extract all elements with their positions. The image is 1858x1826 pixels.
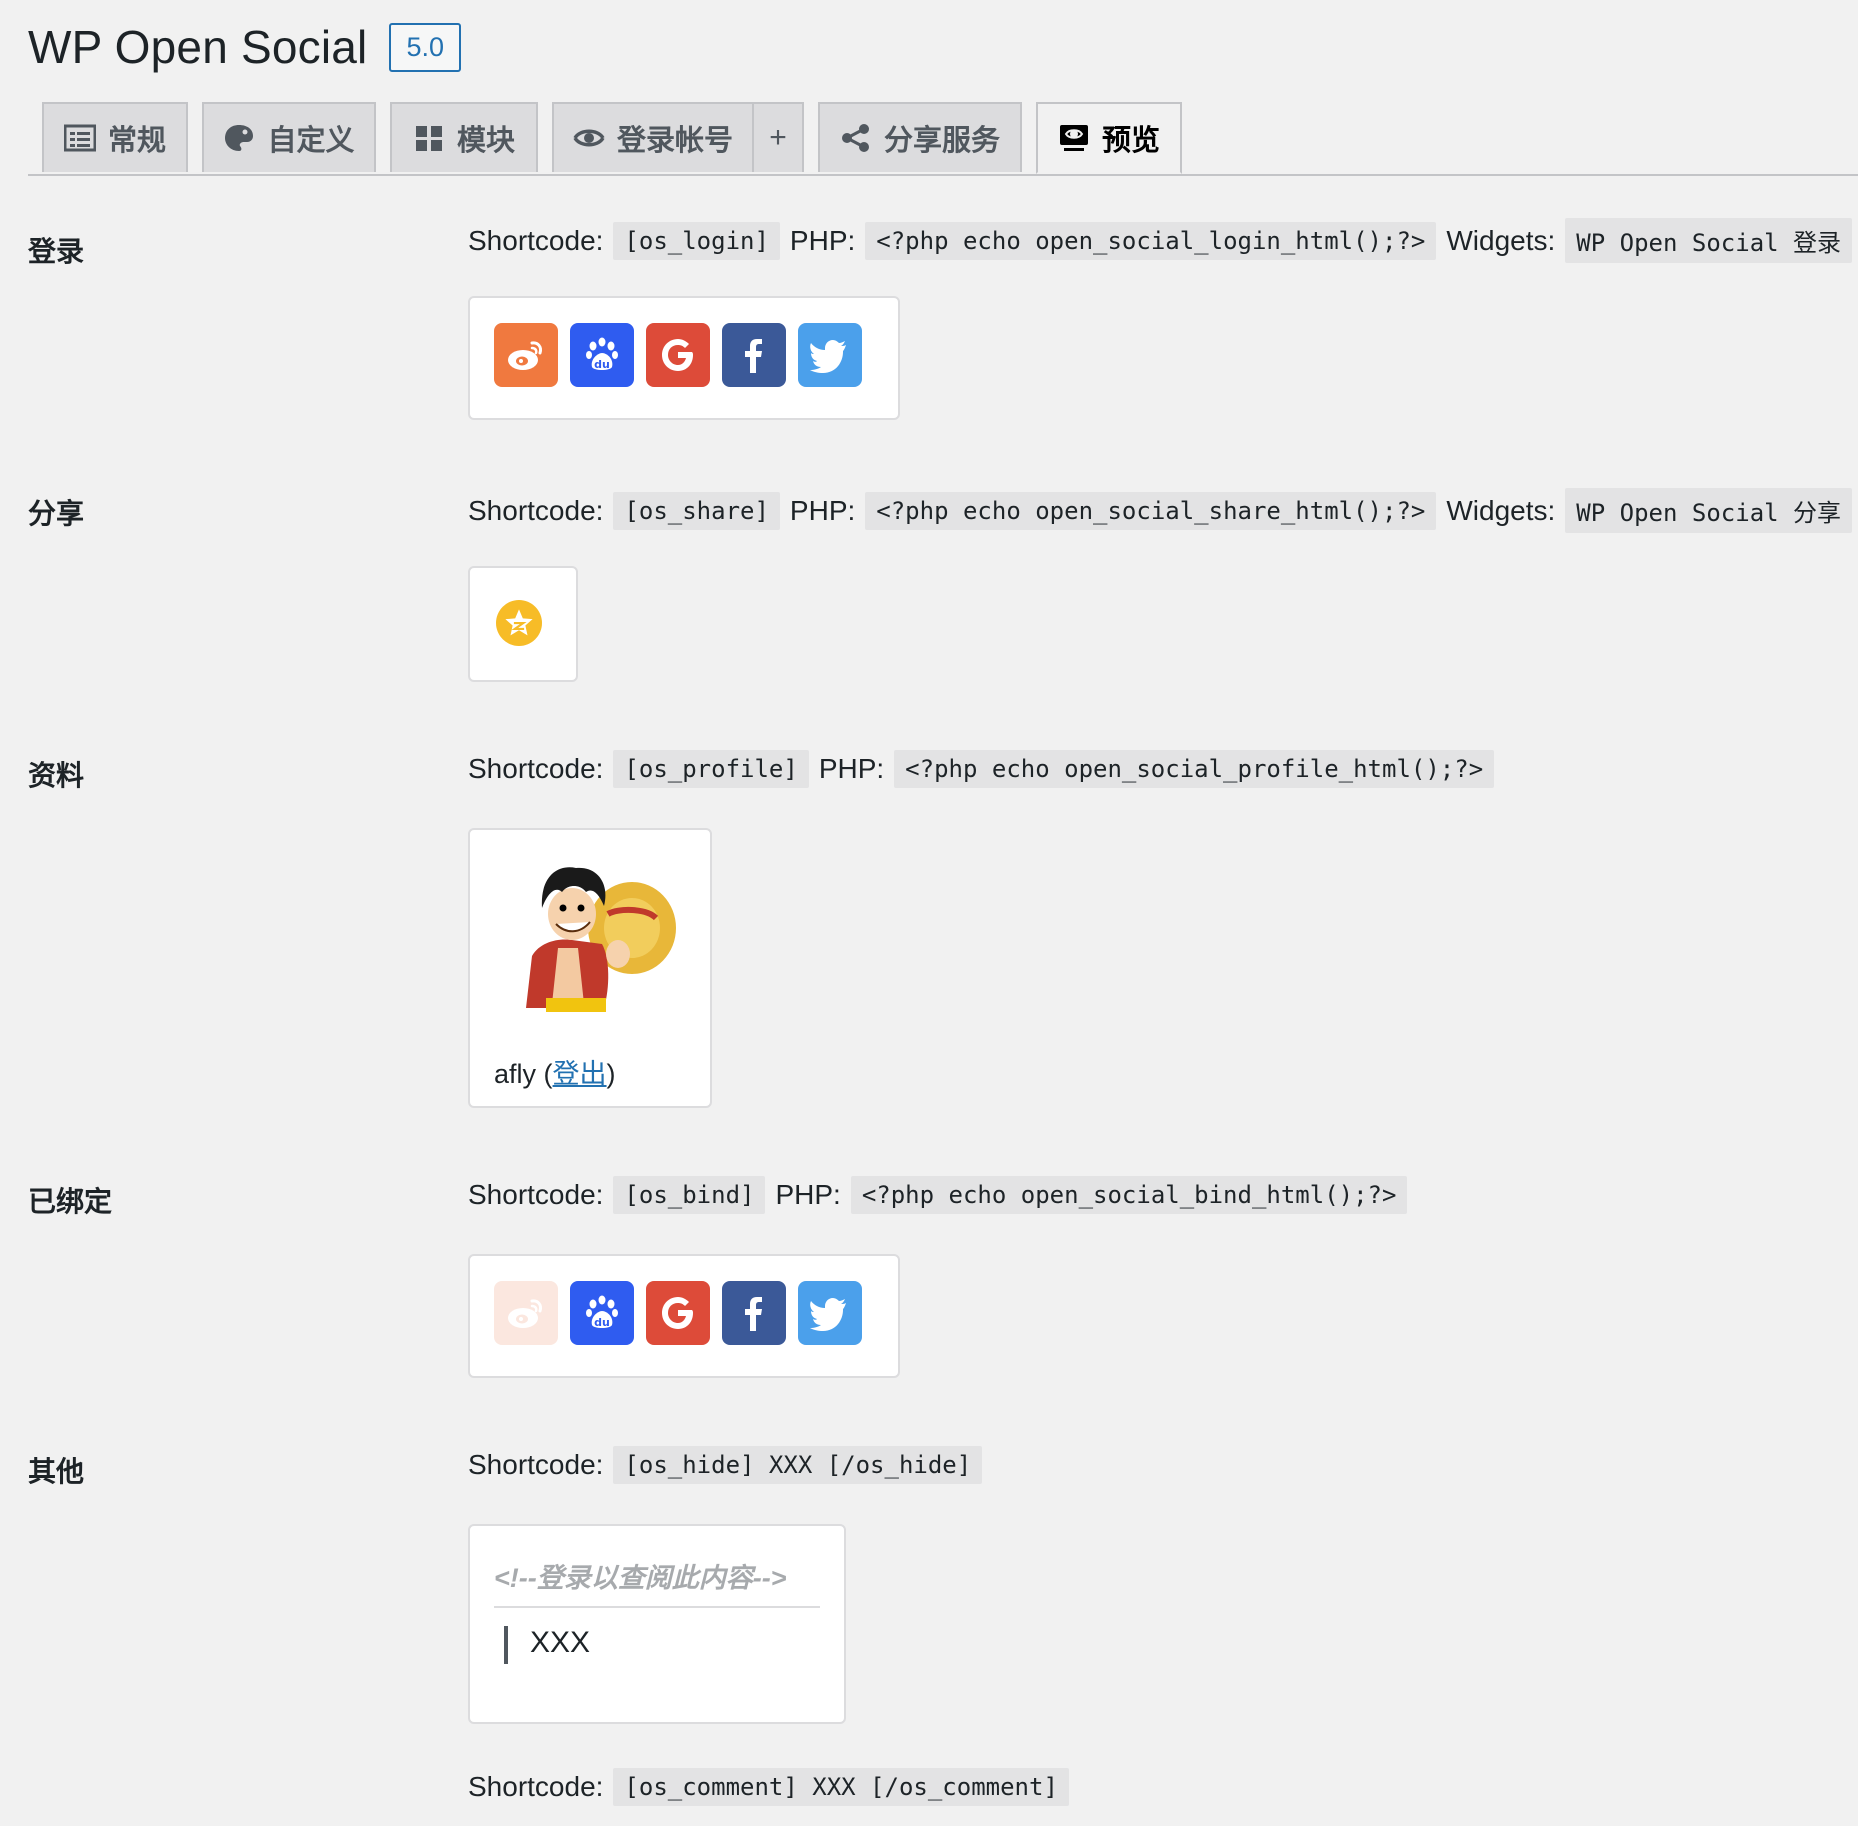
baidu-icon[interactable]: du bbox=[570, 323, 634, 387]
section-label-other: 其他 bbox=[28, 1456, 85, 1487]
hidden-content-text: XXX bbox=[530, 1626, 591, 1659]
tab-label: 登录帐号 bbox=[616, 125, 733, 157]
shortcode-label: Shortcode: bbox=[468, 1449, 604, 1480]
comment-shortcode[interactable]: [os_comment] XXX [/os_comment] bbox=[613, 1768, 1069, 1806]
bind-php[interactable]: <?php echo open_social_bind_html();?> bbox=[850, 1176, 1408, 1214]
screen-icon bbox=[1059, 125, 1088, 151]
palette-icon bbox=[225, 125, 254, 151]
hide-shortcode[interactable]: [os_hide] XXX [/os_hide] bbox=[613, 1446, 983, 1484]
share-shortcode[interactable]: [os_share] bbox=[613, 491, 780, 530]
tab-login-accounts[interactable]: 登录帐号 bbox=[552, 102, 754, 172]
weibo-icon[interactable] bbox=[494, 323, 558, 387]
divider bbox=[494, 1606, 820, 1608]
tab-modules[interactable]: 模块 bbox=[390, 102, 538, 172]
facebook-icon[interactable] bbox=[722, 1281, 786, 1345]
page-header: WP Open Social 5.0 bbox=[28, 20, 461, 74]
profile-preview-box: afly (登出) bbox=[468, 828, 712, 1108]
tab-add[interactable]: + bbox=[752, 102, 804, 172]
tab-bar: 常规 自定义 模块 登录帐号 + 分享服务 预览 bbox=[28, 102, 1858, 176]
tab-share-services[interactable]: 分享服务 bbox=[818, 102, 1022, 172]
settings-page: WP Open Social 5.0 常规 自定义 模块 登录帐号 + 分享服务… bbox=[0, 0, 1858, 1826]
shortcode-label: Shortcode: bbox=[468, 224, 604, 256]
section-label-share: 分享 bbox=[28, 498, 85, 529]
tab-general[interactable]: 常规 bbox=[42, 102, 188, 172]
tab-label: 自定义 bbox=[267, 125, 355, 157]
tab-label: 预览 bbox=[1101, 125, 1160, 157]
logout-link[interactable]: 登出 bbox=[553, 1059, 607, 1089]
widgets-label: Widgets: bbox=[1446, 224, 1556, 256]
baidu-icon[interactable]: du bbox=[570, 1281, 634, 1345]
login-shortcode[interactable]: [os_login] bbox=[613, 221, 780, 260]
login-php[interactable]: <?php echo open_social_login_html();?> bbox=[865, 221, 1437, 260]
php-label: PHP: bbox=[775, 1179, 841, 1210]
tab-customize[interactable]: 自定义 bbox=[202, 102, 376, 172]
comment-code-line: Shortcode: [os_comment] XXX [/os_comment… bbox=[468, 1768, 1079, 1806]
profile-name: afly (登出) bbox=[494, 1052, 616, 1091]
section-label-bind: 已绑定 bbox=[28, 1186, 113, 1217]
paren-close: ) bbox=[606, 1059, 616, 1089]
twitter-icon[interactable] bbox=[798, 323, 862, 387]
share-icon bbox=[841, 124, 869, 152]
avatar bbox=[526, 867, 676, 1012]
grid-icon bbox=[415, 126, 442, 151]
profile-shortcode[interactable]: [os_profile] bbox=[613, 750, 809, 788]
share-preview-box bbox=[468, 566, 578, 682]
bind-code-line: Shortcode: [os_bind] PHP: <?php echo ope… bbox=[468, 1176, 1417, 1214]
hidden-content-comment: <!--登录以查阅此内容--> bbox=[494, 1563, 787, 1593]
facebook-icon[interactable] bbox=[722, 323, 786, 387]
google-icon[interactable] bbox=[646, 323, 710, 387]
tab-preview[interactable]: 预览 bbox=[1036, 102, 1182, 174]
svg-text:du: du bbox=[594, 1316, 610, 1329]
twitter-icon[interactable] bbox=[798, 1281, 862, 1345]
page-title: WP Open Social bbox=[28, 21, 368, 73]
section-label-profile: 资料 bbox=[28, 760, 85, 791]
qzone-icon[interactable] bbox=[496, 600, 542, 646]
share-php[interactable]: <?php echo open_social_share_html();?> bbox=[865, 491, 1437, 530]
shortcode-label: Shortcode: bbox=[468, 1179, 604, 1210]
tab-label: 模块 bbox=[456, 125, 515, 157]
hide-code-line: Shortcode: [os_hide] XXX [/os_hide] bbox=[468, 1446, 992, 1484]
profile-php[interactable]: <?php echo open_social_profile_html();?> bbox=[894, 750, 1495, 788]
php-label: PHP: bbox=[818, 753, 885, 784]
tab-label: 分享服务 bbox=[883, 125, 1000, 157]
login-widgets[interactable]: WP Open Social 登录 bbox=[1565, 218, 1853, 263]
svg-text:du: du bbox=[594, 358, 610, 371]
profile-username: afly bbox=[494, 1059, 537, 1089]
tab-label: 常规 bbox=[107, 125, 166, 157]
bind-shortcode[interactable]: [os_bind] bbox=[613, 1176, 766, 1214]
paren-open: ( bbox=[543, 1059, 553, 1089]
profile-code-line: Shortcode: [os_profile] PHP: <?php echo … bbox=[468, 750, 1504, 788]
bind-preview-box: du bbox=[468, 1254, 900, 1378]
tab-label: + bbox=[769, 121, 787, 154]
google-icon[interactable] bbox=[646, 1281, 710, 1345]
section-label-login: 登录 bbox=[28, 236, 85, 267]
version-badge: 5.0 bbox=[389, 22, 461, 72]
php-label: PHP: bbox=[789, 494, 856, 526]
hide-preview-box: <!--登录以查阅此内容--> XXX bbox=[468, 1524, 846, 1724]
login-code-line: Shortcode: [os_login] PHP: <?php echo op… bbox=[468, 218, 1858, 263]
blockquote-bar bbox=[504, 1626, 508, 1664]
share-code-line: Shortcode: [os_share] PHP: <?php echo op… bbox=[468, 488, 1858, 533]
shortcode-label: Shortcode: bbox=[468, 753, 604, 784]
login-preview-box: du bbox=[468, 296, 900, 420]
weibo-icon[interactable] bbox=[494, 1281, 558, 1345]
visibility-icon bbox=[573, 129, 605, 147]
widgets-label: Widgets: bbox=[1446, 494, 1556, 526]
share-widgets[interactable]: WP Open Social 分享 bbox=[1565, 488, 1853, 533]
list-icon bbox=[63, 124, 96, 152]
shortcode-label: Shortcode: bbox=[468, 494, 604, 526]
shortcode-label: Shortcode: bbox=[468, 1771, 604, 1802]
php-label: PHP: bbox=[789, 224, 856, 256]
